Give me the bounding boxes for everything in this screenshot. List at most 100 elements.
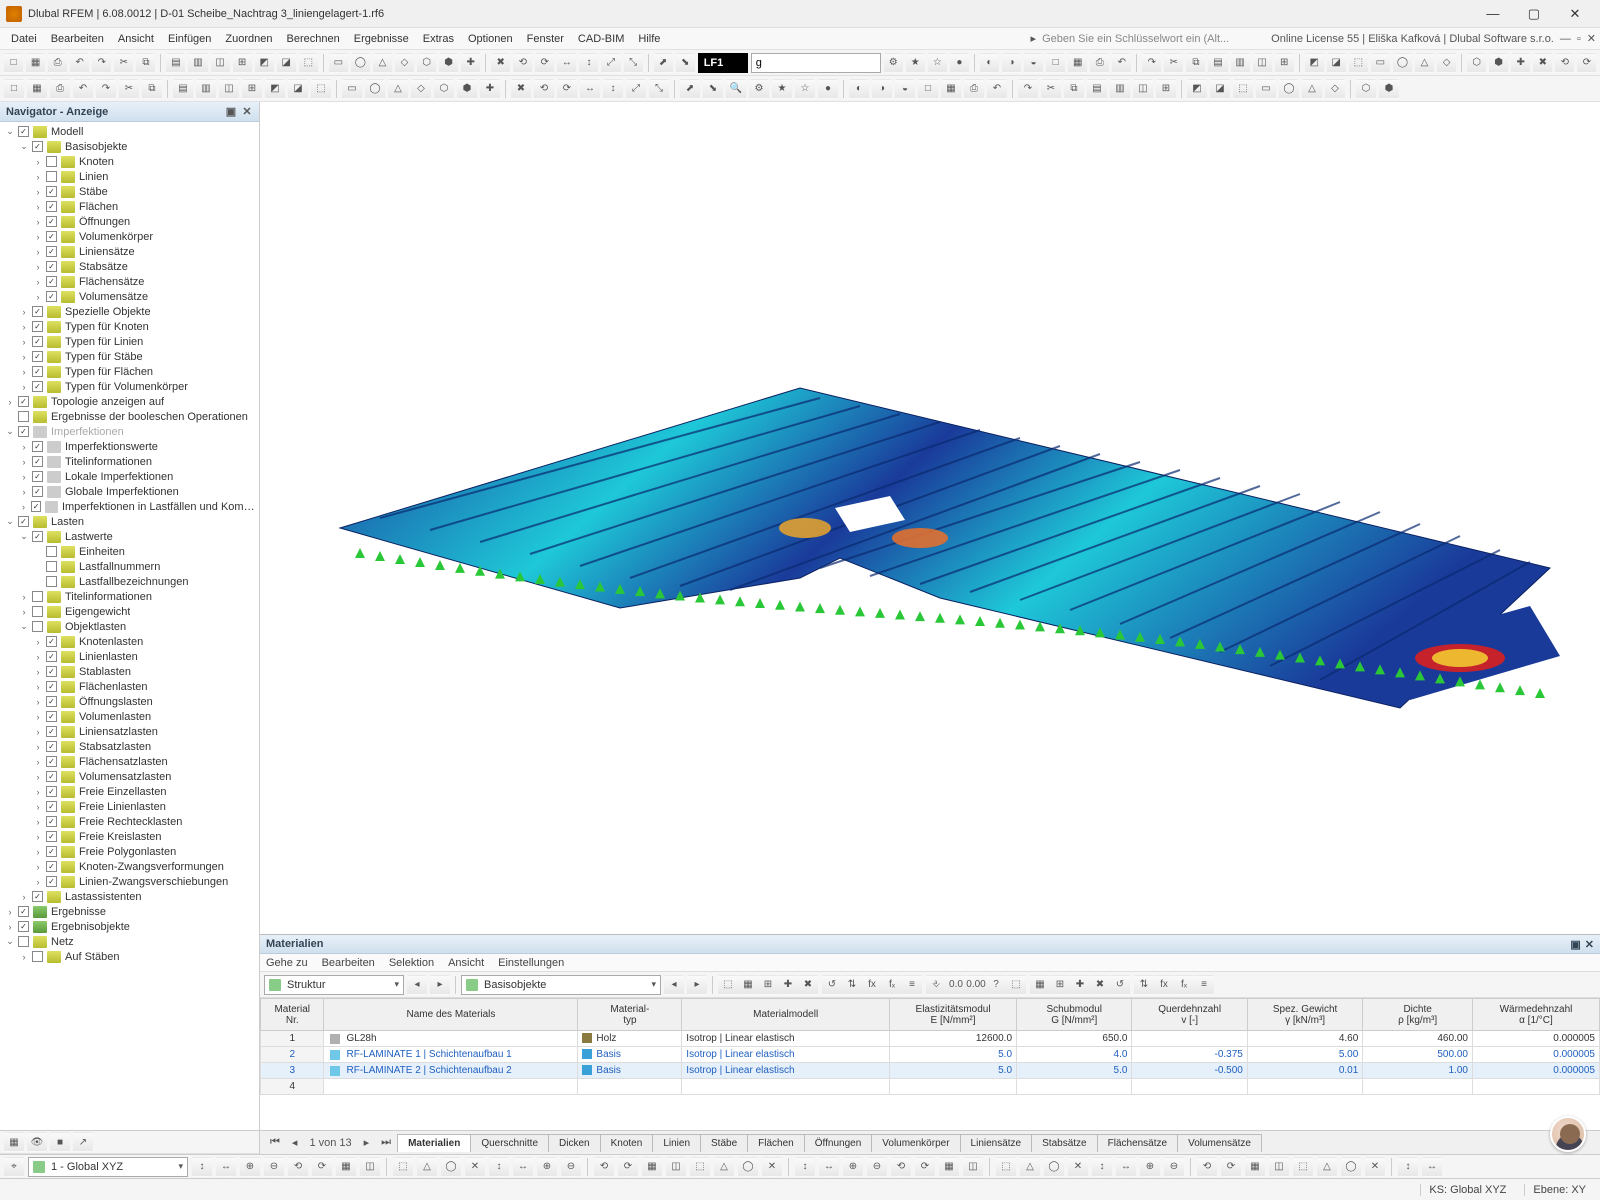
objects-combo[interactable]: Basisobjekte <box>461 975 661 995</box>
toolbar-button[interactable]: ⬚ <box>299 53 318 73</box>
tree-checkbox[interactable] <box>32 891 43 902</box>
toolbar-button[interactable]: ⬊ <box>676 53 695 73</box>
toolbar-button[interactable]: ◇ <box>1325 79 1345 99</box>
toolbar-button[interactable]: ☆ <box>928 53 947 73</box>
tree-twisty-icon[interactable]: › <box>32 862 44 872</box>
toolbar-button[interactable]: ◯ <box>351 53 370 73</box>
tree-twisty-icon[interactable]: › <box>18 367 30 377</box>
toolbar-button[interactable]: □ <box>4 53 23 73</box>
toolbar-button[interactable]: ✖ <box>491 53 510 73</box>
tree-checkbox[interactable] <box>46 831 57 842</box>
tree-checkbox[interactable] <box>32 351 43 362</box>
toolbar-button[interactable]: ✂ <box>1041 79 1061 99</box>
tree-twisty-icon[interactable]: › <box>32 247 44 257</box>
toolbar-button[interactable]: ✖ <box>511 79 531 99</box>
col-header[interactable]: Spez. Gewichtγ [kN/m³] <box>1247 999 1362 1031</box>
tree-node[interactable]: ›Typen für Volumenkörper <box>0 379 259 394</box>
menu-einfügen[interactable]: Einfügen <box>161 31 218 47</box>
tree-node[interactable]: ›Spezielle Objekte <box>0 304 259 319</box>
tree-checkbox[interactable] <box>32 141 43 152</box>
table-row[interactable]: 1GL28hHolzIsotrop | Linear elastisch1260… <box>261 1031 1600 1047</box>
tree-twisty-icon[interactable]: › <box>4 922 16 932</box>
toolbar-button[interactable]: △ <box>1415 53 1434 73</box>
tree-node[interactable]: ›Globale Imperfektionen <box>0 484 259 499</box>
structure-combo[interactable]: Struktur <box>264 975 404 995</box>
tree-node[interactable]: ⌄Modell <box>0 124 259 139</box>
tree-checkbox[interactable] <box>18 516 29 527</box>
tree-node[interactable]: ›Linien-Zwangsverschiebungen <box>0 874 259 889</box>
tree-node[interactable]: ›Freie Einzellasten <box>0 784 259 799</box>
tree-node[interactable]: ›Stäbe <box>0 184 259 199</box>
menu-hilfe[interactable]: Hilfe <box>631 31 667 47</box>
tree-checkbox[interactable] <box>32 441 43 452</box>
tree-node[interactable]: ›Öffnungslasten <box>0 694 259 709</box>
materials-tool-button[interactable]: ▦ <box>738 975 758 995</box>
tree-twisty-icon[interactable]: › <box>4 397 16 407</box>
table-tab[interactable]: Materialien <box>397 1134 471 1152</box>
combo-next-icon[interactable]: ▸ <box>430 975 450 995</box>
tree-checkbox[interactable] <box>46 681 57 692</box>
table-tab[interactable]: Stabsätze <box>1031 1134 1097 1152</box>
status-tool-button[interactable]: ⊖ <box>1164 1157 1184 1177</box>
tree-node[interactable]: ›Flächenlasten <box>0 679 259 694</box>
status-tool-button[interactable]: ⟲ <box>288 1157 308 1177</box>
col-header[interactable]: MaterialNr. <box>261 999 324 1031</box>
tree-twisty-icon[interactable]: › <box>32 817 44 827</box>
tree-checkbox[interactable] <box>46 546 57 557</box>
tree-checkbox[interactable] <box>46 801 57 812</box>
toolbar-button[interactable]: ↶ <box>73 79 93 99</box>
tree-checkbox[interactable] <box>32 531 43 542</box>
tree-twisty-icon[interactable]: › <box>32 277 44 287</box>
tree-twisty-icon[interactable]: › <box>32 637 44 647</box>
tree-checkbox[interactable] <box>46 846 57 857</box>
tree-twisty-icon[interactable]: › <box>32 262 44 272</box>
tree-twisty-icon[interactable]: › <box>18 592 30 602</box>
tree-twisty-icon[interactable]: › <box>32 172 44 182</box>
cs-icon[interactable]: ⌖ <box>4 1157 24 1177</box>
status-tool-button[interactable]: ⟳ <box>618 1157 638 1177</box>
tree-node[interactable]: ›Lokale Imperfektionen <box>0 469 259 484</box>
status-tool-button[interactable]: ⟲ <box>891 1157 911 1177</box>
status-tool-button[interactable]: ▦ <box>642 1157 662 1177</box>
toolbar-button[interactable]: ◪ <box>1327 53 1346 73</box>
status-tool-button[interactable]: ◫ <box>360 1157 380 1177</box>
nav-camera-icon[interactable]: ■ <box>50 1132 70 1152</box>
materials-table[interactable]: MaterialNr.Name des MaterialsMaterial-ty… <box>260 998 1600 1130</box>
tree-node[interactable]: ›Titelinformationen <box>0 589 259 604</box>
toolbar-button[interactable]: ▤ <box>166 53 185 73</box>
toolbar-button[interactable]: □ <box>1046 53 1065 73</box>
status-tool-button[interactable]: ↔ <box>216 1157 236 1177</box>
toolbar-button[interactable]: ⬊ <box>703 79 723 99</box>
navigator-tree[interactable]: ⌄Modell⌄Basisobjekte›Knoten›Linien›Stäbe… <box>0 122 259 1130</box>
toolbar-button[interactable]: ↶ <box>1112 53 1131 73</box>
tree-checkbox[interactable] <box>32 471 43 482</box>
materials-tool-button[interactable]: ▦ <box>1030 975 1050 995</box>
toolbar-button[interactable]: ▤ <box>173 79 193 99</box>
table-row[interactable]: 2RF-LAMINATE 1 | Schichtenaufbau 1BasisI… <box>261 1047 1600 1063</box>
tree-twisty-icon[interactable]: › <box>18 952 30 962</box>
status-tool-button[interactable]: ⊕ <box>843 1157 863 1177</box>
tree-twisty-icon[interactable]: › <box>18 607 30 617</box>
status-tool-button[interactable]: ▦ <box>336 1157 356 1177</box>
toolbar-button[interactable]: ↕ <box>579 53 598 73</box>
toolbar-button[interactable]: ↷ <box>96 79 116 99</box>
toolbar-button[interactable]: ▥ <box>188 53 207 73</box>
status-tool-button[interactable]: ⊕ <box>537 1157 557 1177</box>
tree-checkbox[interactable] <box>46 246 57 257</box>
tree-node[interactable]: Einheiten <box>0 544 259 559</box>
loadcase-indicator[interactable]: LF1 <box>698 53 748 73</box>
pager-prev-icon[interactable]: ◂ <box>286 1136 304 1149</box>
maximize-button[interactable]: ▢ <box>1515 6 1553 22</box>
status-tool-button[interactable]: ↕ <box>489 1157 509 1177</box>
status-tool-button[interactable]: ↕ <box>1398 1157 1418 1177</box>
toolbar-button[interactable]: ⚙ <box>749 79 769 99</box>
navigator-pin-icon[interactable]: ▣ <box>225 105 237 118</box>
menu-bearbeiten[interactable]: Bearbeiten <box>44 31 111 47</box>
materials-tool-button[interactable]: fx <box>862 975 882 995</box>
tree-node[interactable]: Ergebnisse der booleschen Operationen <box>0 409 259 424</box>
col-header[interactable]: Wärmedehnzahlα [1/°C] <box>1472 999 1599 1031</box>
materials-menu-item[interactable]: Selektion <box>389 957 434 969</box>
tree-twisty-icon[interactable]: ⌄ <box>4 426 16 437</box>
tree-twisty-icon[interactable]: › <box>18 352 30 362</box>
toolbar-button[interactable]: △ <box>373 53 392 73</box>
